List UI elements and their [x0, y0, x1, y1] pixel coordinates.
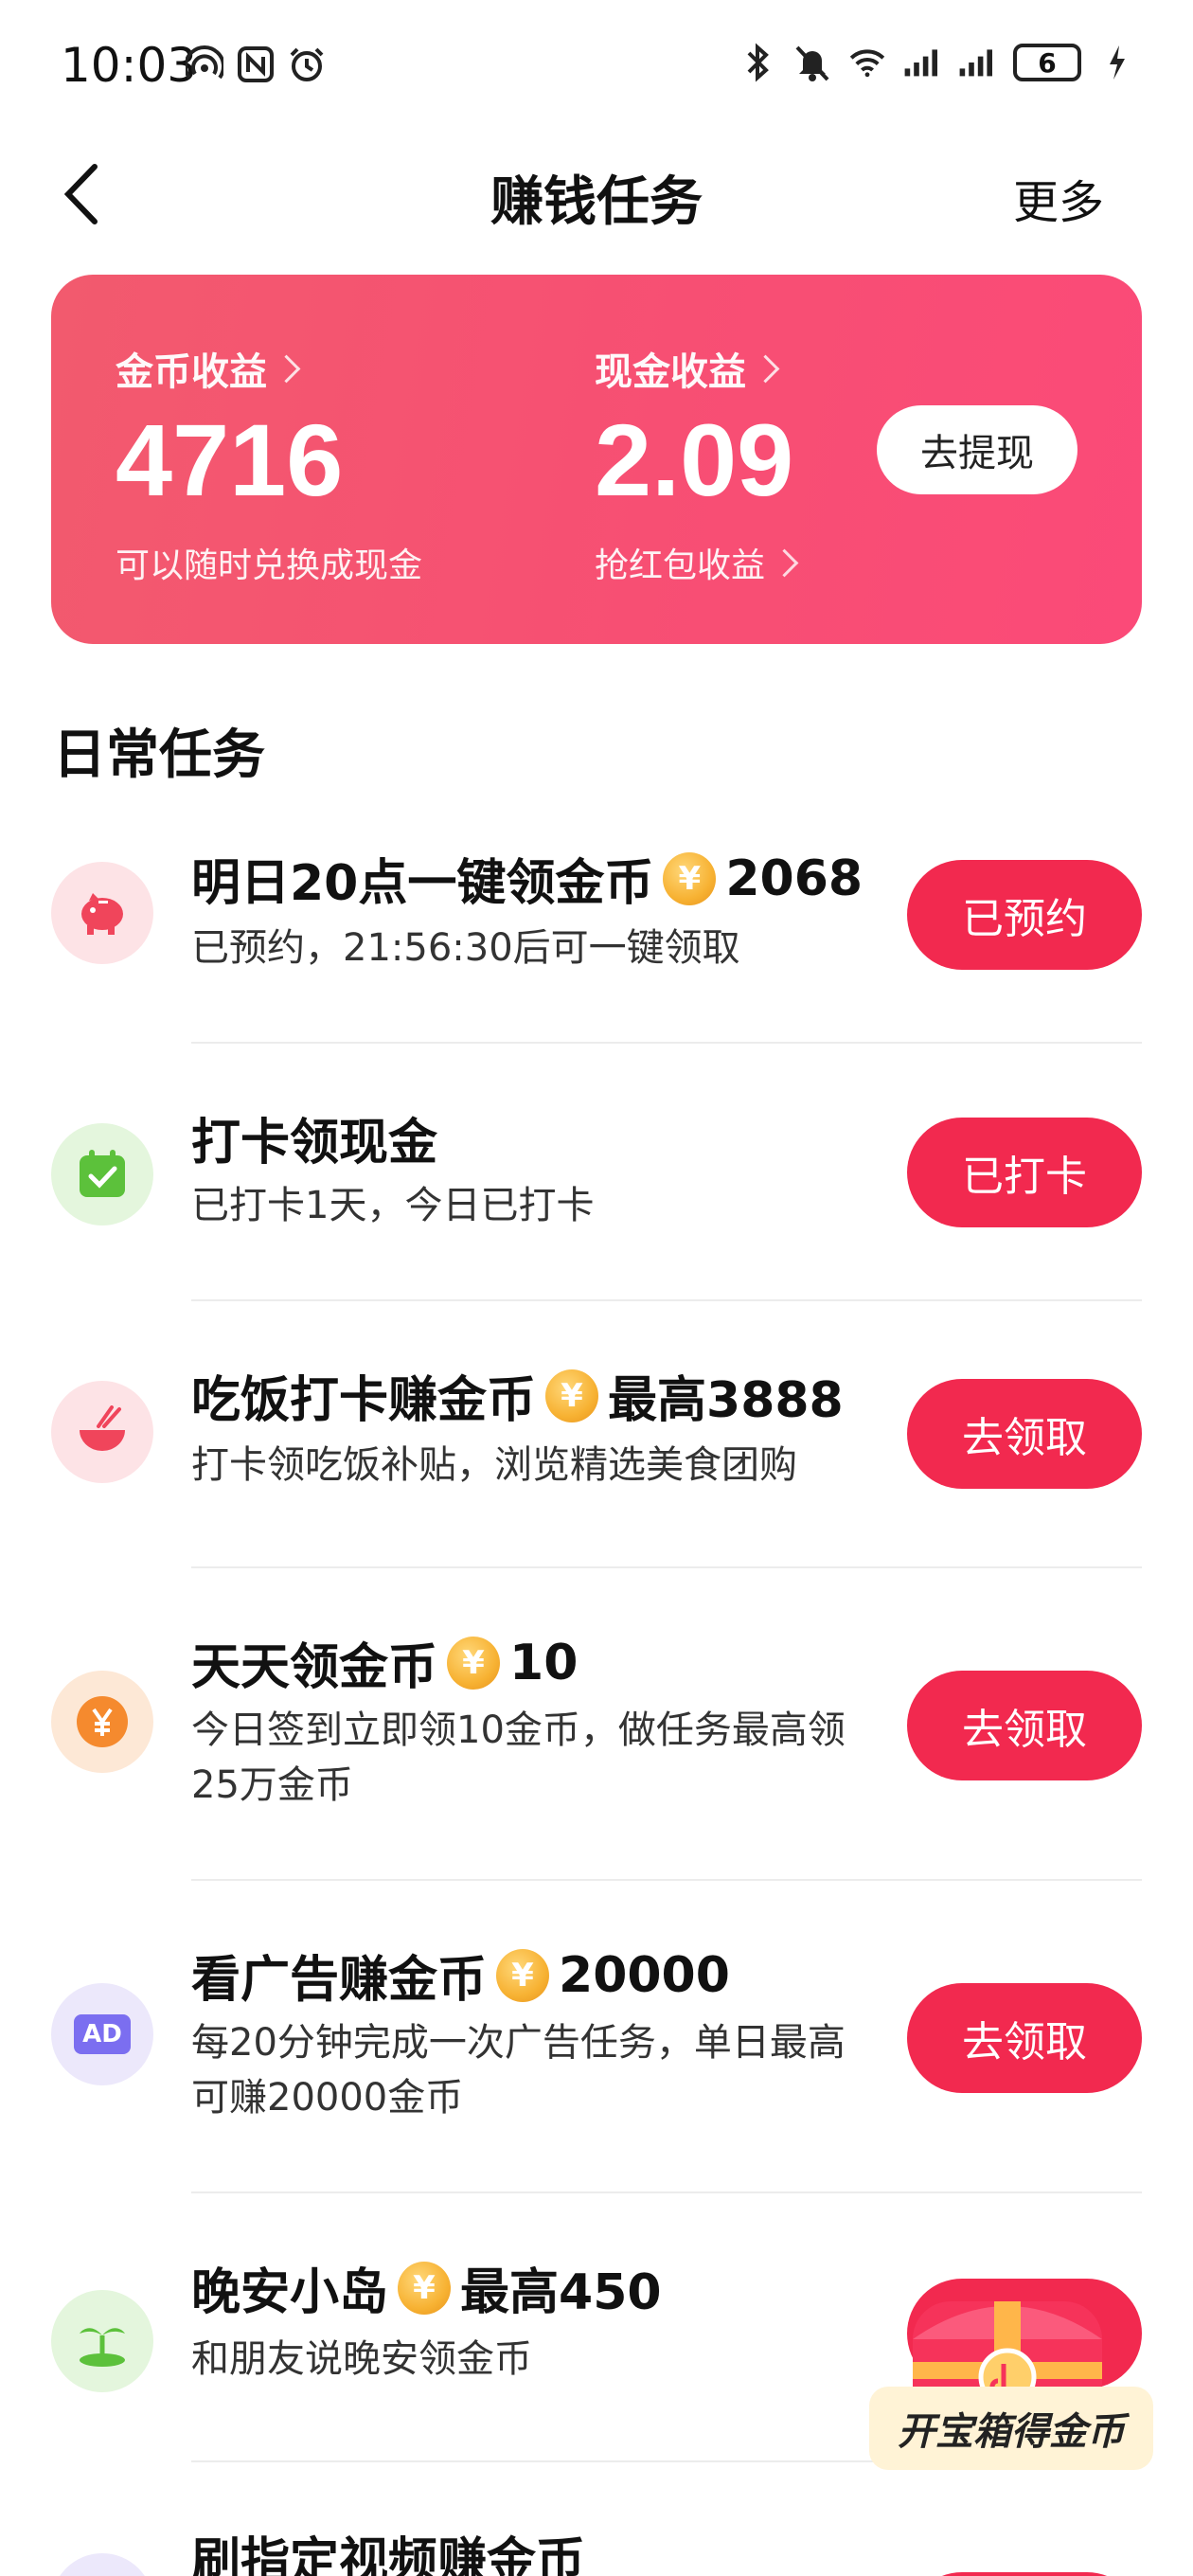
coin-earnings-sub: 可以随时兑换成现金 — [116, 546, 423, 585]
divider — [191, 1566, 1142, 1568]
task-action-button[interactable]: 去领取 — [907, 1983, 1142, 2093]
red-packet-earnings-link[interactable]: 抢红包收益 — [595, 538, 799, 587]
task-title: 刷指定视频赚金币 — [191, 2533, 586, 2576]
chevron-right-icon — [770, 548, 799, 577]
rice-bowl-icon — [51, 1381, 153, 1483]
task-title: 打卡领现金 — [191, 1115, 438, 1172]
coin-earnings-label: 金币收益 — [116, 341, 422, 396]
task-action-button[interactable]: 去领取 — [907, 1671, 1142, 1780]
charging-icon — [1098, 42, 1136, 83]
task-title: 晚安小岛 ¥ 最高450 — [191, 2252, 662, 2323]
earnings-card: 金币收益 4716 可以随时兑换成现金 现金收益 2.09 抢红包收益 去提现 — [51, 275, 1142, 644]
coin-icon: ¥ — [663, 851, 717, 905]
task-row: 打卡领现金 已打卡1天，今日已打卡 已打卡 — [0, 1099, 1193, 1297]
task-title: 看广告赚金币 ¥20000 — [191, 1946, 730, 2010]
task-reward: 20000 — [559, 1946, 730, 2004]
task-desc: 已打卡1天，今日已打卡 — [191, 1184, 595, 1227]
divider — [191, 2191, 1142, 2193]
cash-earnings-label: 现金收益 — [595, 341, 794, 396]
divider — [191, 1299, 1142, 1301]
chevron-right-icon — [272, 354, 301, 383]
cash-earnings-value: 2.09 — [595, 402, 794, 517]
status-bar: 10:03 6 — [0, 0, 1193, 133]
task-desc: 已预约，21:56:30后可一键领取 — [191, 926, 740, 970]
section-title: 日常任务 — [53, 724, 265, 786]
task-reward: 最高450 — [460, 2264, 662, 2321]
status-icons-right: 6 — [739, 42, 1136, 83]
divider — [191, 1879, 1142, 1881]
task-action-button[interactable]: 已打卡 — [907, 1118, 1142, 1227]
alarm-icon — [288, 44, 326, 85]
nav-bar: 赚钱任务 更多 — [0, 142, 1193, 246]
task-row: 吃饭打卡赚金币 ¥ 最高3888 打卡领吃饭补贴，浏览精选美食团购 去领取 — [0, 1354, 1193, 1563]
coin-icon: ¥ — [398, 2261, 452, 2315]
chevron-right-icon — [751, 354, 780, 383]
coin-icon: ¥ — [545, 1368, 599, 1422]
signal-icon — [903, 42, 941, 83]
battery-indicator: 6 — [1013, 44, 1081, 81]
task-desc: 和朋友说晚安领金币 — [191, 2337, 532, 2381]
more-button[interactable]: 更多 — [1013, 165, 1104, 231]
task-action-button[interactable] — [907, 2572, 1142, 2576]
task-action-button[interactable]: 去领取 — [907, 1379, 1142, 1489]
video-icon — [51, 2553, 153, 2576]
task-title: 明日20点一键领金币 ¥2068 — [191, 850, 864, 913]
task-reward: 最高3888 — [608, 1372, 844, 1429]
coin-icon: ¥ — [447, 1636, 501, 1690]
coin-earnings-value: 4716 — [116, 402, 344, 517]
task-row: AD 看广告赚金币 ¥20000 每20分钟完成一次广告任务，单日最高可赚2000… — [0, 1934, 1193, 2180]
signal-icon — [958, 42, 996, 83]
calendar-check-icon — [51, 1123, 153, 1225]
divider — [191, 1042, 1142, 1044]
task-title: 天天领金币 ¥10 — [191, 1634, 579, 1697]
piggy-bank-icon — [51, 862, 153, 964]
bluetooth-icon — [739, 42, 776, 83]
task-reward: 10 — [509, 1634, 579, 1691]
status-time: 10:03 — [61, 38, 198, 93]
task-reward: 2068 — [725, 850, 864, 907]
status-icons-left — [186, 44, 326, 85]
withdraw-button[interactable]: 去提现 — [877, 405, 1077, 494]
task-desc: 打卡领吃饭补贴，浏览精选美食团购 — [191, 1443, 797, 1487]
hotspot-icon — [186, 44, 223, 85]
island-icon — [51, 2290, 153, 2392]
task-row: 刷指定视频赚金币 — [0, 2515, 1193, 2576]
wifi-icon — [848, 42, 886, 83]
ad-icon: AD — [51, 1983, 153, 2085]
nfc-icon — [237, 44, 275, 85]
mute-icon — [793, 42, 831, 83]
task-action-button[interactable]: 已预约 — [907, 860, 1142, 970]
task-row: 天天领金币 ¥10 今日签到立即领10金币，做任务最高领25万金币 去领取 — [0, 1621, 1193, 1868]
cash-earnings[interactable]: 现金收益 2.09 抢红包收益 — [595, 341, 799, 587]
task-row: 明日20点一键领金币 ¥2068 已预约，21:56:30后可一键领取 已预约 — [0, 833, 1193, 1042]
task-title: 吃饭打卡赚金币 ¥ 最高3888 — [191, 1360, 844, 1431]
coin-earnings[interactable]: 金币收益 4716 可以随时兑换成现金 — [116, 341, 422, 587]
task-desc: 每20分钟完成一次广告任务，单日最高可赚20000金币 — [191, 2021, 846, 2120]
treasure-chest-label[interactable]: 开宝箱得金币 — [869, 2387, 1153, 2470]
task-desc: 今日签到立即领10金币，做任务最高领25万金币 — [191, 1708, 846, 1807]
yen-coin-icon — [51, 1671, 153, 1773]
coin-icon: ¥ — [496, 1948, 550, 2002]
